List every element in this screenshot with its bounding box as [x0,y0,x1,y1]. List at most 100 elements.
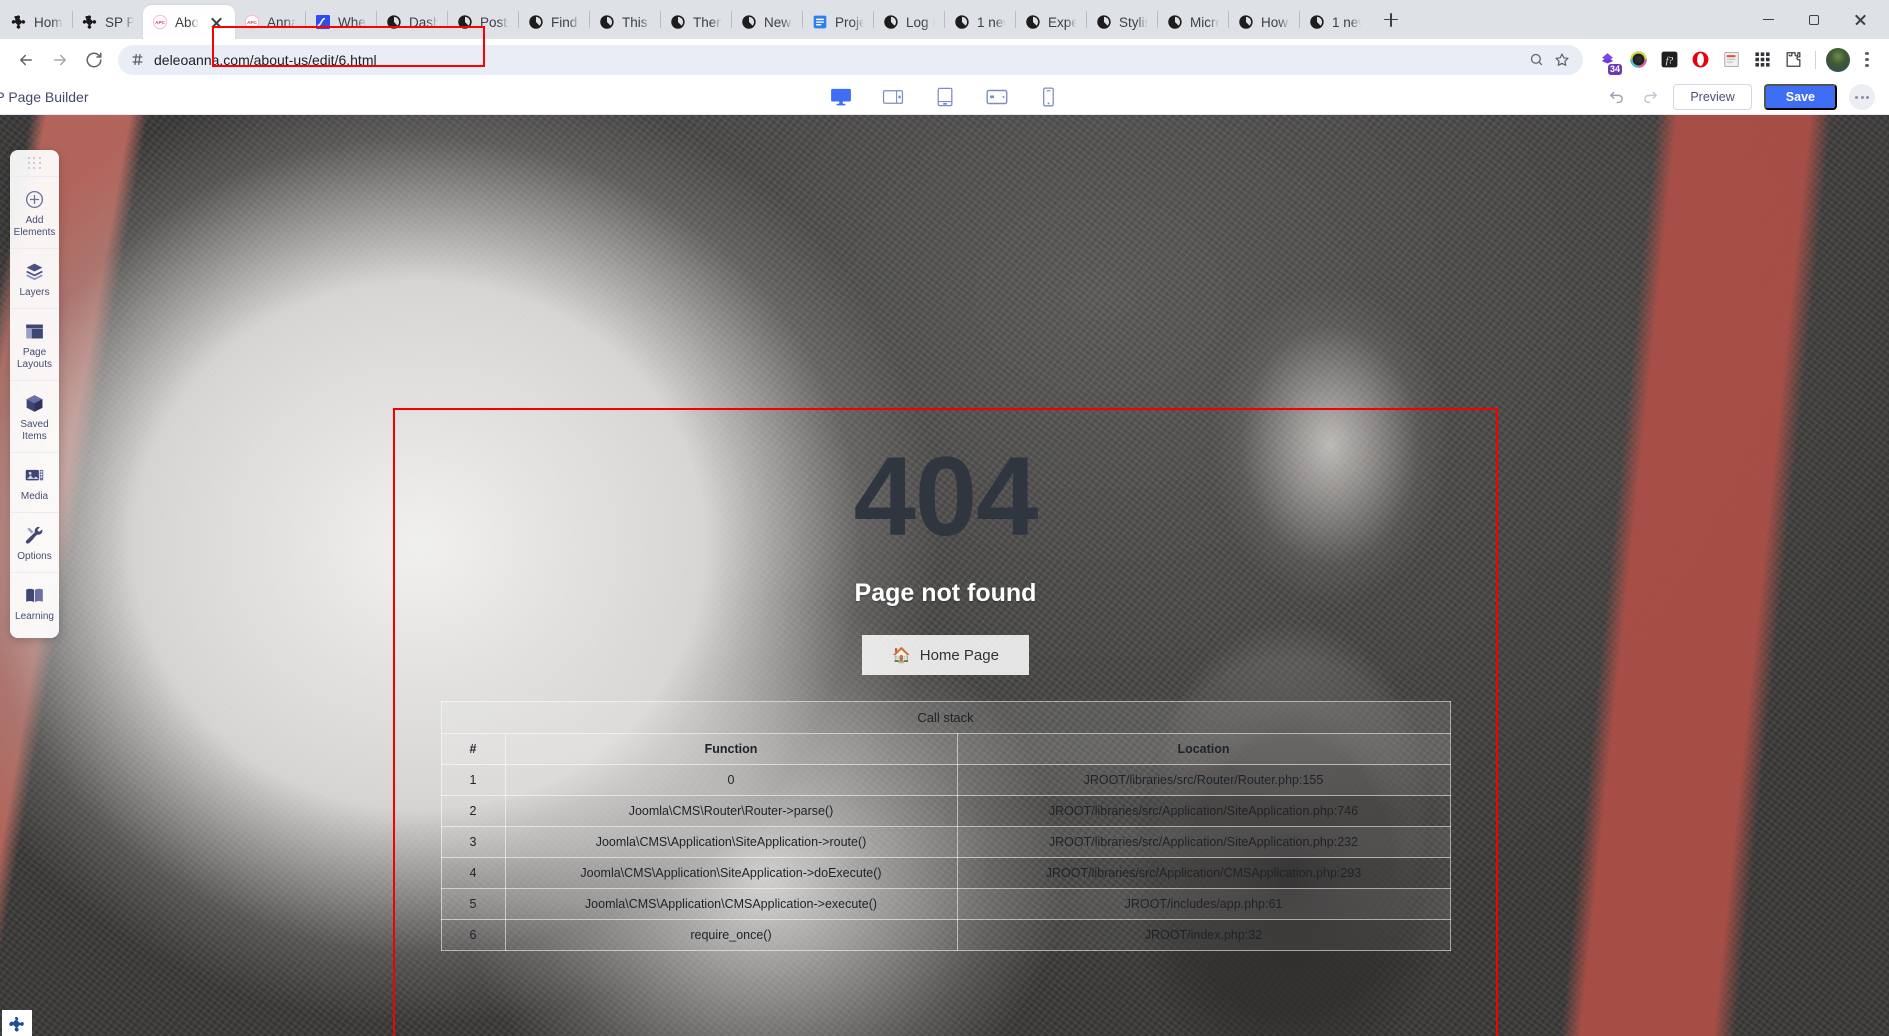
home-page-button[interactable]: 🏠 Home Page [862,635,1029,675]
browser-tab[interactable]: Find Th [519,5,589,39]
error-message: Page not found [854,579,1037,607]
browser-chrome: Home D SP Page APC Abo APC Anna D When U Dashbo… [0,0,1889,80]
address-bar-wrapper: deleoanna.com/about-us/edit/6.html [118,25,1583,75]
sidebar-item-label: Layers [19,287,50,298]
notes-icon[interactable] [1717,46,1745,74]
apps-grid-icon[interactable] [1748,46,1776,74]
toolbar-divider [1815,50,1816,69]
device-tablet-landscape-button[interactable] [985,87,1009,107]
browser-tab[interactable]: Home D [2,5,72,39]
wordpress-icon [884,15,898,29]
appbar-actions: Preview Save [1605,84,1889,110]
device-tablet-portrait-button[interactable] [933,87,957,107]
wordpress-icon [600,15,614,29]
back-button[interactable] [10,44,42,76]
browser-tab[interactable]: Log In ‹ [874,5,944,39]
browser-menu-button[interactable] [1855,48,1879,72]
search-icon[interactable] [1527,51,1545,69]
browser-tab[interactable]: Micro-W [1158,5,1228,39]
browser-tab[interactable]: This is a [590,5,660,39]
fonts-ninja-icon[interactable]: f? [1655,46,1683,74]
browser-tab[interactable]: Project [803,5,873,39]
grammarly-badge: 34 [1607,63,1622,75]
window-close-button[interactable] [1837,4,1883,36]
device-laptop-button[interactable] [881,87,905,107]
book-icon [24,584,46,606]
avatar[interactable] [1824,46,1852,74]
wordpress-icon [955,15,969,29]
browser-tab[interactable]: How to [1229,5,1299,39]
browser-tab-title: 1 new n [1332,14,1361,30]
browser-tab-title: Log In ‹ [906,14,935,30]
save-button[interactable]: Save [1763,84,1837,110]
window-maximize-button[interactable] [1791,4,1837,36]
bottom-left-badge[interactable] [2,1010,32,1036]
browser-tab[interactable]: Posts ‹ C [448,5,518,39]
device-mobile-button[interactable] [1037,87,1061,107]
browser-tab[interactable]: Theme [661,5,731,39]
sidebar-item-label: Options [17,551,52,562]
new-tab-button[interactable] [1376,5,1406,35]
call-stack-location: JROOT/libraries/src/Application/SiteAppl… [956,826,1451,858]
browser-tab-active[interactable]: APC Abo [143,5,235,39]
tab-strip: Home D SP Page APC Abo APC Anna D When U Dashbo… [0,0,1889,39]
colorzilla-icon[interactable] [1624,46,1652,74]
browser-tab[interactable]: When U [306,5,376,39]
call-stack-index: 1 [440,764,506,796]
table-row: 4 Joomla\CMS\Application\SiteApplication-… [440,857,1451,889]
call-stack-column-header: Location [956,733,1451,765]
sidebar-item-add-elements[interactable]: Add Elements [10,176,59,248]
sidebar-item-layers[interactable]: Layers [10,248,59,308]
sidebar-item-page-layouts[interactable]: Page Layouts [10,308,59,380]
window-minimize-button[interactable] [1745,4,1791,36]
extensions-puzzle-icon[interactable] [1779,46,1807,74]
call-stack-function: Joomla\CMS\Router\Router->parse() [504,795,958,827]
page-builder-appbar: SP Page Builder Preview Save [0,80,1889,115]
grammarly-icon[interactable]: 34 [1593,46,1622,75]
close-icon[interactable] [208,14,225,31]
browser-tab-title: Project [835,14,864,30]
forward-button[interactable] [44,44,76,76]
page-canvas: 404 Page not found 🏠 Home Page Call stac… [0,115,1889,1036]
sidebar-item-options[interactable]: Options [10,512,59,572]
selected-section-outline[interactable]: 404 Page not found 🏠 Home Page Call stac… [393,408,1498,1036]
sidebar-item-learning[interactable]: Learning [10,572,59,632]
browser-tab-title: Theme [693,14,722,30]
browser-tab-title: Dashbo [409,14,438,30]
site-permissions-icon[interactable] [128,51,146,69]
browser-tab[interactable]: Dashbo [377,5,447,39]
opera-icon[interactable] [1686,46,1714,74]
browser-tab[interactable]: Experie [1016,5,1086,39]
reload-button[interactable] [78,44,110,76]
table-row: 6 require_once() JROOT/index.php:32 [440,919,1451,951]
call-stack-index: 2 [440,795,506,827]
device-preview-group [829,87,1061,107]
sidebar-item-label: Media [20,491,49,502]
sidebar-drag-handle[interactable] [10,150,59,176]
address-bar[interactable]: deleoanna.com/about-us/edit/6.html [118,44,1583,75]
sidebar-item-saved-items[interactable]: Saved Items [10,380,59,452]
address-bar-url[interactable]: deleoanna.com/about-us/edit/6.html [154,52,1519,68]
undo-icon[interactable] [1605,86,1627,108]
more-options-button[interactable] [1849,84,1875,110]
browser-tab-title: New Po [764,14,793,30]
browser-tab[interactable]: SP Page [73,5,143,39]
browser-tab-title: Find Th [551,14,580,30]
call-stack-index: 6 [440,919,506,951]
browser-tab[interactable]: APC Anna D [235,5,305,39]
sidebar-item-media[interactable]: Media [10,452,59,512]
extensions-row: 34 f? [1593,46,1879,75]
browser-tab[interactable]: 1 new n [1300,5,1370,39]
device-desktop-button[interactable] [829,87,853,107]
builder-sidebar: Add Elements Layers Page Layouts Saved Item… [10,150,59,638]
bookmark-star-icon[interactable] [1553,51,1571,69]
browser-tab[interactable]: Stylish b [1087,5,1157,39]
preview-button[interactable]: Preview [1673,84,1752,110]
sidebar-item-label: Learning [15,611,54,622]
window-controls [1745,4,1883,36]
browser-tab[interactable]: 1 new n [945,5,1015,39]
redo-icon[interactable] [1639,86,1661,108]
home-icon: 🏠 [892,647,911,664]
browser-tab[interactable]: New Po [732,5,802,39]
browser-tab-title: Home D [34,14,63,30]
